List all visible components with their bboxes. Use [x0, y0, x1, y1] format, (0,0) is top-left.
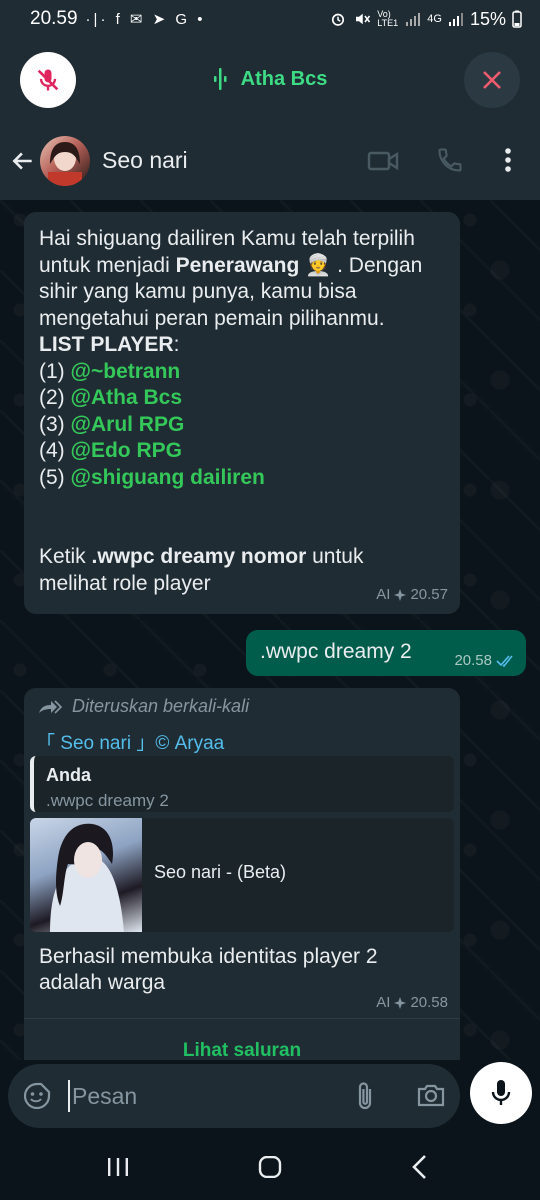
link-preview-card[interactable]: Seo nari - (Beta): [30, 818, 454, 932]
back-icon[interactable]: [410, 1154, 430, 1180]
quoted-message[interactable]: Anda .wwpc dreamy 2: [30, 756, 454, 812]
message-meta: 20.58: [454, 652, 516, 669]
signal-icon-1: [406, 13, 421, 26]
status-time: 20.59: [30, 8, 78, 29]
message-input[interactable]: [68, 1080, 338, 1112]
forwarded-text: Diteruskan berkali-kali: [72, 696, 250, 716]
video-call-icon[interactable]: [367, 149, 399, 173]
player-number: (2): [39, 386, 71, 409]
list-heading: LIST PLAYER: [39, 333, 174, 356]
message-line: mengetahui peran pemain pilihanmu.: [39, 306, 385, 330]
message-line: Ketik .wwpc dreamy nomor untuk: [39, 544, 446, 571]
message-text: Ketik: [39, 545, 92, 568]
message-time: 20.58: [410, 994, 448, 1011]
sparkle-icon: [394, 588, 407, 601]
composer: [0, 1060, 540, 1132]
message-time: 20.58: [454, 652, 492, 669]
alarm-icon: [332, 13, 345, 26]
quote-author: Anda: [46, 765, 91, 785]
outgoing-message[interactable]: .wwpc dreamy 2 20.58: [246, 630, 526, 676]
player-mention[interactable]: @Edo RPG: [71, 439, 182, 462]
incoming-message[interactable]: Hai shiguang dailiren Kamu telah terpili…: [24, 212, 460, 614]
notification-icons: ·|· f ✉ ➤ G •: [85, 11, 206, 28]
player-mention[interactable]: @~betrann: [71, 360, 181, 383]
phone-icon[interactable]: [436, 146, 464, 174]
player-number: (5): [39, 465, 71, 489]
chat-header: Seo nari: [0, 122, 540, 200]
network-label-1: Vo) LTE1: [377, 9, 399, 28]
divider: [24, 1018, 460, 1019]
player-item: (2) @Atha Bcs: [39, 385, 446, 412]
player-mention[interactable]: @Atha Bcs: [71, 386, 183, 409]
audio-wave-icon: [213, 68, 227, 90]
player-number: (4): [39, 439, 71, 462]
player-mention[interactable]: @Arul RPG: [71, 413, 185, 436]
message-line: sihir yang kamu punya, kamu bisa: [39, 280, 357, 303]
camera-icon[interactable]: [416, 1082, 446, 1108]
message-input-box[interactable]: [8, 1064, 460, 1128]
message-time: 20.57: [410, 585, 448, 603]
message-line: adalah warga: [39, 971, 166, 994]
recent-apps-icon[interactable]: [106, 1156, 130, 1178]
mic-icon: [491, 1080, 511, 1105]
sparkle-icon: [394, 996, 407, 1009]
battery-percent: 15%: [469, 8, 506, 29]
player-item: (4) @Edo RPG: [39, 438, 446, 465]
message-meta: AI 20.57: [376, 582, 448, 609]
battery-icon: [512, 10, 522, 28]
forwarded-message[interactable]: Diteruskan berkali-kali 「 Seo nari 」© Ar…: [24, 688, 460, 1060]
message-text: 👳 . Dengan: [299, 253, 423, 277]
forwarded-label: Diteruskan berkali-kali: [38, 696, 249, 717]
voice-message-button[interactable]: [470, 1062, 532, 1124]
ai-label: AI: [376, 585, 391, 603]
message-text: :: [173, 333, 180, 356]
player-number: (1): [39, 359, 71, 383]
command-text: .wwpc dreamy nomor: [91, 545, 307, 568]
read-receipt-icon: [496, 654, 513, 667]
end-call-button[interactable]: [464, 52, 520, 108]
sticker-icon[interactable]: [22, 1081, 52, 1111]
player-item: (1) @~betrann: [39, 359, 446, 386]
message-line: LIST PLAYER:: [39, 332, 446, 359]
mute-icon: [356, 13, 371, 25]
more-options-icon[interactable]: [500, 146, 516, 174]
contact-name[interactable]: Seo nari: [102, 147, 188, 174]
message-text: .wwpc dreamy 2: [260, 640, 412, 663]
call-info: Atha Bcs: [0, 66, 540, 92]
signal-icon-2: [448, 13, 463, 26]
close-icon: [483, 71, 501, 89]
ongoing-call-bar[interactable]: Atha Bcs: [0, 38, 540, 122]
system-nav-bar: [0, 1132, 540, 1200]
role-name: Penerawang: [175, 253, 300, 277]
quote-text: .wwpc dreamy 2: [46, 791, 169, 810]
message-text: Berhasil membuka identitas player 2 adal…: [39, 944, 439, 996]
ai-label: AI: [376, 994, 391, 1011]
player-item: (3) @Arul RPG: [39, 412, 446, 439]
preview-image: [30, 818, 142, 932]
message-text: untuk: [306, 545, 364, 568]
message-line: Hai shiguang dailiren Kamu telah terpili…: [39, 227, 415, 250]
caller-name: Atha Bcs: [240, 67, 328, 90]
message-meta: AI 20.58: [376, 994, 448, 1011]
channel-name[interactable]: 「 Seo nari 」© Aryaa: [36, 728, 224, 755]
avatar[interactable]: [40, 136, 90, 186]
chat-area[interactable]: Hai shiguang dailiren Kamu telah terpili…: [0, 200, 540, 1060]
message-text: untuk menjadi: [39, 253, 176, 277]
player-item: (5) @shiguang dailiren: [39, 465, 446, 492]
attach-icon[interactable]: [354, 1080, 376, 1112]
back-arrow-icon[interactable]: [10, 148, 36, 174]
forward-icon: [39, 699, 63, 714]
player-mention[interactable]: @shiguang dailiren: [71, 466, 265, 489]
network-label-2: 4G: [427, 13, 442, 25]
message-line: untuk menjadi Penerawang 👳 . Dengan: [39, 253, 446, 280]
message-line: Berhasil membuka identitas player 2: [39, 945, 378, 968]
view-channel-button[interactable]: Lihat saluran: [24, 1040, 460, 1060]
player-number: (3): [39, 412, 71, 436]
home-icon[interactable]: [258, 1156, 282, 1178]
preview-title: Seo nari - (Beta): [154, 862, 287, 882]
status-bar: 20.59 ·|· f ✉ ➤ G • Vo) LTE1 4G 15%: [0, 0, 540, 38]
